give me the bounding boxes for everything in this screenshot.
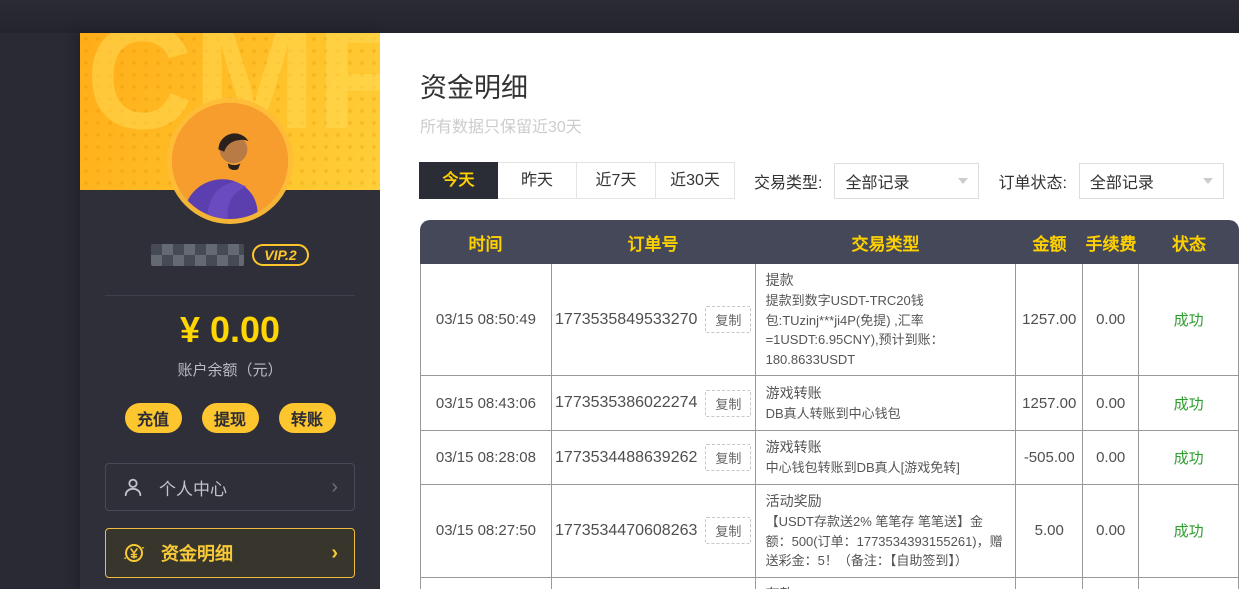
type-description: 中心钱包转账到DB真人[游戏免转] — [766, 458, 960, 478]
tab-last-7-days[interactable]: 近7天 — [577, 162, 656, 199]
chevron-down-icon — [958, 178, 968, 184]
user-icon — [122, 476, 144, 498]
cell-time: 03/15 08:43:06 — [421, 376, 552, 430]
avatar[interactable] — [172, 103, 288, 219]
cell-order: 1773534393155261 复制 — [552, 578, 756, 589]
order-number: 1773534488639262 — [555, 449, 697, 467]
table-row: 03/15 08:50:49 1773535849533270 复制 提款 提款… — [420, 264, 1239, 376]
order-number: 1773535386022274 — [555, 394, 697, 412]
cell-fee: 0.00 — [1083, 578, 1139, 589]
type-description: 【USDT存款送2% 笔笔存 笔笔送】金额：500(订单：17735343931… — [766, 512, 1006, 571]
sidebar-divider — [105, 295, 355, 296]
cell-order: 1773534488639262 复制 — [552, 431, 756, 484]
type-title: 提款 — [766, 270, 794, 291]
balance-label: 账户余额（元） — [80, 359, 380, 380]
tab-last-30-days[interactable]: 近30天 — [656, 162, 735, 199]
player-photo — [172, 103, 288, 219]
copy-button[interactable]: 复制 — [705, 444, 751, 471]
cell-time: 03/15 08:27:50 — [421, 485, 552, 577]
tab-yesterday[interactable]: 昨天 — [498, 162, 577, 199]
user-row: VIP.2 — [80, 243, 380, 267]
order-number: 1773534470608263 — [555, 522, 697, 540]
table-row: 03/15 08:28:08 1773534488639262 复制 游戏转账 … — [420, 431, 1239, 485]
sidebar-item-label: 资金明细 — [161, 540, 331, 566]
page-subtitle: 所有数据只保留近30天 — [420, 113, 582, 137]
main-content: 资金明细 所有数据只保留近30天 今天 昨天 近7天 近30天 交易类型: 全部… — [380, 33, 1239, 589]
cell-status: 成功 — [1139, 578, 1239, 589]
cell-type: 活动奖励 【USDT存款送2% 笔笔存 笔笔送】金额：500(订单：177353… — [756, 485, 1017, 577]
cell-amount: -505.00 — [1016, 431, 1083, 484]
recharge-button[interactable]: 充值 — [125, 403, 182, 433]
vip-badge: VIP.2 — [252, 244, 308, 266]
page-title: 资金明细 — [420, 66, 528, 105]
cell-status: 成功 — [1139, 376, 1239, 430]
cell-fee: 0.00 — [1083, 431, 1139, 484]
cell-time: 03/15 08:26:33 — [421, 578, 552, 589]
type-title: 游戏转账 — [766, 437, 822, 458]
balance-actions: 充值 提现 转账 — [80, 403, 380, 433]
sidebar-item-label: 个人中心 — [159, 475, 331, 500]
sidebar-item-personal-center[interactable]: 个人中心 › — [105, 463, 355, 511]
chevron-down-icon — [1203, 178, 1213, 184]
cell-status: 成功 — [1139, 431, 1239, 484]
cell-amount: 5.00 — [1016, 485, 1083, 577]
order-status-select[interactable]: 全部记录 — [1079, 163, 1224, 199]
order-number: 1773535849533270 — [555, 311, 697, 329]
withdraw-button[interactable]: 提现 — [202, 403, 259, 433]
cell-amount: 1257.00 — [1016, 264, 1083, 375]
tab-today[interactable]: 今天 — [419, 162, 498, 199]
chevron-right-icon: › — [331, 477, 338, 497]
header-transaction-type: 交易类型 — [755, 230, 1016, 255]
transfer-button[interactable]: 转账 — [279, 403, 336, 433]
cell-order: 1773535386022274 复制 — [552, 376, 756, 430]
copy-button[interactable]: 复制 — [705, 306, 751, 333]
cell-status: 成功 — [1139, 485, 1239, 577]
fund-details-table: 时间 订单号 交易类型 金额 手续费 状态 03/15 08:50:49 177… — [420, 220, 1239, 589]
cell-status: 成功 — [1139, 264, 1239, 375]
cell-type: 游戏转账 中心钱包转账到DB真人[游戏免转] — [756, 431, 1017, 484]
filter-row: 今天 昨天 近7天 近30天 交易类型: 全部记录 订单状态: 全部记录 — [419, 162, 1224, 199]
order-status-value: 全部记录 — [1090, 169, 1154, 193]
cell-order: 1773534470608263 复制 — [552, 485, 756, 577]
cell-type: 提款 提款到数字USDT-TRC20钱包:TUzinj***ji4P(免提) ,… — [756, 264, 1017, 375]
type-description: DB真人转账到中心钱包 — [766, 404, 901, 424]
top-bar — [0, 0, 1239, 33]
sidebar: CMF VIP.2 ¥ 0.00 账户余额（元） 充值 提现 转账 个人中心 › — [80, 33, 380, 589]
type-title: 游戏转账 — [766, 383, 822, 404]
table-row: 03/15 08:43:06 1773535386022274 复制 游戏转账 … — [420, 376, 1239, 431]
table-row: 03/15 08:26:33 1773534393155261 复制 存款 EB… — [420, 578, 1239, 589]
balance-amount: ¥ 0.00 — [80, 309, 380, 351]
transaction-type-label: 交易类型: — [754, 169, 822, 193]
header-time: 时间 — [420, 230, 551, 255]
cell-order: 1773535849533270 复制 — [552, 264, 756, 375]
transaction-type-value: 全部记录 — [845, 169, 909, 193]
cell-fee: 0.00 — [1083, 376, 1139, 430]
chevron-right-icon: › — [331, 543, 338, 563]
cell-time: 03/15 08:28:08 — [421, 431, 552, 484]
fund-icon — [122, 541, 146, 565]
cell-time: 03/15 08:50:49 — [421, 264, 552, 375]
username-masked — [151, 244, 244, 266]
cell-type: 游戏转账 DB真人转账到中心钱包 — [756, 376, 1017, 430]
type-title: 存款 — [766, 584, 794, 589]
type-description: 提款到数字USDT-TRC20钱包:TUzinj***ji4P(免提) ,汇率=… — [766, 291, 1006, 369]
sidebar-item-fund-details[interactable]: 资金明细 › — [105, 528, 355, 578]
table-body: 03/15 08:50:49 1773535849533270 复制 提款 提款… — [420, 264, 1239, 589]
table-row: 03/15 08:27:50 1773534470608263 复制 活动奖励 … — [420, 485, 1239, 578]
cell-fee: 0.00 — [1083, 485, 1139, 577]
header-order-number: 订单号 — [551, 230, 755, 255]
transaction-type-select[interactable]: 全部记录 — [834, 163, 979, 199]
type-title: 活动奖励 — [766, 491, 822, 512]
cell-fee: 0.00 — [1083, 264, 1139, 375]
header-status: 状态 — [1139, 230, 1239, 255]
cell-amount: 1257.00 — [1016, 376, 1083, 430]
table-header: 时间 订单号 交易类型 金额 手续费 状态 — [420, 220, 1239, 264]
header-amount: 金额 — [1016, 230, 1083, 255]
cell-type: 存款 EBPay钱包-EB币 充值 — [756, 578, 1017, 589]
copy-button[interactable]: 复制 — [705, 390, 751, 417]
order-status-label: 订单状态: — [998, 169, 1066, 193]
copy-button[interactable]: 复制 — [705, 517, 751, 544]
cell-amount: 500.00 — [1016, 578, 1083, 589]
header-fee: 手续费 — [1083, 230, 1139, 255]
